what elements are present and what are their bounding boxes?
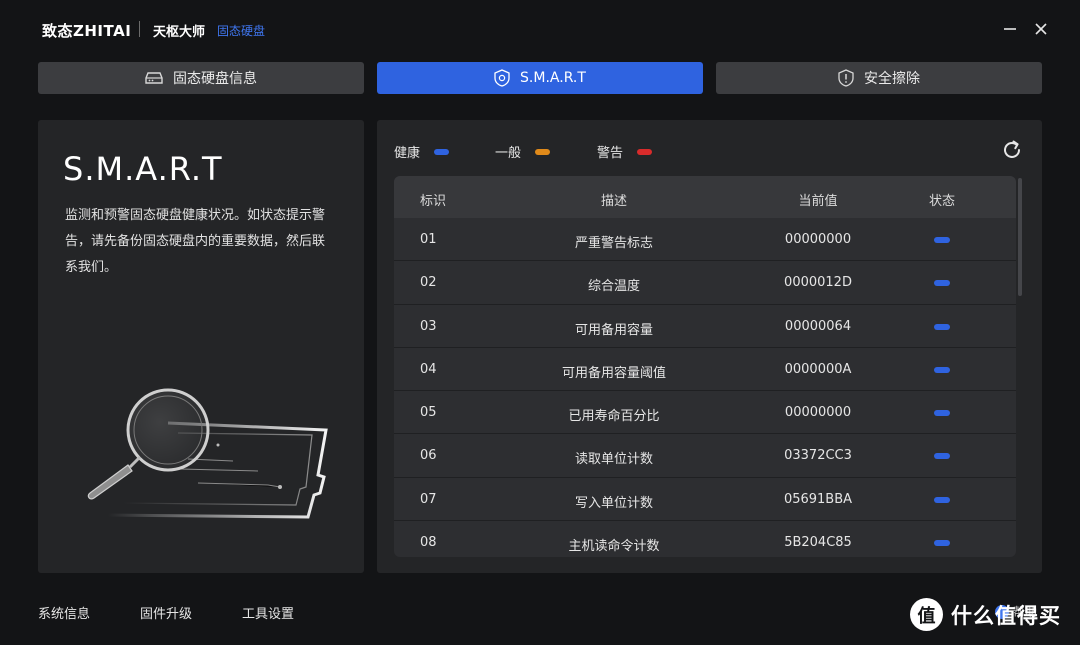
minimize-icon[interactable] [1002, 21, 1018, 37]
smart-table-panel: 健康 一般 警告 标识 描述 当前值 状态 01 严重警告标志 00000000 [377, 120, 1042, 573]
row-id: 03 [420, 318, 437, 334]
row-desc-text: 可用备用容量 [575, 322, 654, 338]
watermark-logo-icon: 值 [910, 598, 943, 631]
legend-warning: 警告 [597, 142, 653, 161]
row-id: 07 [420, 491, 437, 507]
legend-label: 健康 [394, 146, 421, 161]
table-header: 标识 描述 当前值 状态 [394, 176, 1016, 218]
col-id: 标识 [420, 194, 447, 209]
row-desc-text: 写入单位计数 [575, 495, 654, 511]
footer-tool-settings[interactable]: 工具设置 [242, 603, 294, 622]
status-indicator [934, 366, 950, 373]
row-desc-text: 综合温度 [588, 279, 641, 295]
row-id: 06 [420, 448, 437, 464]
row-value-text: 0000000A [784, 361, 852, 377]
table-row[interactable]: 04 可用备用容量阈值 0000000A [394, 348, 1016, 392]
status-indicator [934, 237, 950, 243]
row-desc-text: 已用寿命百分比 [568, 409, 660, 425]
row-id: 04 [420, 361, 437, 377]
row-desc-text: 可用备用容量阈值 [562, 365, 667, 381]
warning-shield-icon [838, 69, 854, 87]
watermark-text: 什么值得买 [951, 603, 1061, 628]
status-indicator [934, 280, 950, 287]
tab-ssd-info[interactable]: 固态硬盘信息 [38, 62, 364, 94]
drive-icon [145, 72, 163, 84]
table-row[interactable]: 03 可用备用容量 00000064 [394, 305, 1016, 348]
row-value-text: 5B204C85 [784, 535, 852, 551]
shield-icon [494, 69, 510, 87]
tab-secure-erase[interactable]: 安全擦除 [716, 62, 1042, 94]
row-id: 05 [420, 405, 437, 421]
col-value-label: 当前值 [798, 194, 838, 209]
row-id: 02 [420, 275, 437, 291]
row-value-text: 03372CC3 [784, 448, 852, 464]
legend-label: 警告 [597, 146, 624, 161]
footer-firmware-update[interactable]: 固件升级 [140, 603, 192, 622]
table-row[interactable]: 08 主机读命令计数 5B204C85 [394, 521, 1016, 557]
row-value-text: 05691BBA [783, 491, 853, 507]
smart-table: 标识 描述 当前值 状态 01 严重警告标志 00000000 02 综合温度 … [394, 176, 1016, 557]
col-desc-label: 描述 [601, 194, 628, 209]
title-bar: 致态ZHITAI 天枢大师 固态硬盘 [0, 0, 1080, 60]
table-row[interactable]: 05 已用寿命百分比 00000000 [394, 391, 1016, 435]
tab-label: 固态硬盘信息 [173, 71, 257, 87]
table-row[interactable]: 06 读取单位计数 03372CC3 [394, 434, 1016, 478]
app-name: 天枢大师 [153, 25, 206, 40]
title-separator [139, 21, 140, 37]
status-indicator [934, 496, 950, 503]
table-row[interactable]: 07 写入单位计数 05691BBA [394, 478, 1016, 522]
table-scrollbar[interactable] [1018, 178, 1022, 296]
row-id: 01 [420, 232, 437, 247]
tab-label: S.M.A.R.T [520, 70, 586, 86]
panel-title: S.M.A.R.T [63, 150, 223, 188]
row-desc-text: 主机读命令计数 [568, 539, 660, 555]
tab-label: 安全擦除 [864, 71, 920, 87]
row-value-text: 00000000 [784, 232, 852, 247]
status-indicator [934, 410, 950, 417]
smart-info-panel: S.M.A.R.T 监测和预警固态硬盘健康状况。如状态提示警告，请先备份固态硬盘… [38, 120, 364, 573]
row-value-text: 0000012D [784, 275, 852, 291]
table-row[interactable]: 02 综合温度 0000012D [394, 261, 1016, 305]
legend-healthy: 健康 [394, 142, 450, 161]
tab-smart[interactable]: S.M.A.R.T [377, 62, 703, 94]
row-value-text: 00000064 [784, 318, 852, 334]
row-value-text: 00000000 [784, 405, 852, 421]
legend-dot-healthy [434, 148, 450, 155]
footer-system-info[interactable]: 系统信息 [38, 603, 90, 622]
watermark: 值 什么值得买 [910, 598, 1061, 631]
col-status-label: 状态 [929, 194, 956, 209]
close-icon[interactable] [1033, 21, 1049, 37]
app-subtitle: 固态硬盘 [217, 24, 266, 38]
status-indicator [934, 323, 950, 330]
row-id: 08 [420, 535, 437, 551]
status-indicator [934, 453, 950, 460]
row-desc-text: 读取单位计数 [575, 452, 654, 468]
magnifier-ssd-illustration [87, 388, 328, 519]
legend-label: 一般 [495, 146, 522, 161]
legend-dot-warning [637, 148, 653, 155]
legend-dot-normal [535, 148, 551, 155]
refresh-icon[interactable] [1000, 138, 1024, 162]
status-indicator [934, 540, 950, 547]
row-desc-text: 严重警告标志 [575, 236, 654, 251]
table-row[interactable]: 01 严重警告标志 00000000 [394, 218, 1016, 262]
legend-normal: 一般 [495, 142, 551, 161]
brand-logo: 致态ZHITAI [42, 22, 132, 40]
panel-description: 监测和预警固态硬盘健康状况。如状态提示警告，请先备份固态硬盘内的重要数据，然后联… [65, 208, 326, 275]
